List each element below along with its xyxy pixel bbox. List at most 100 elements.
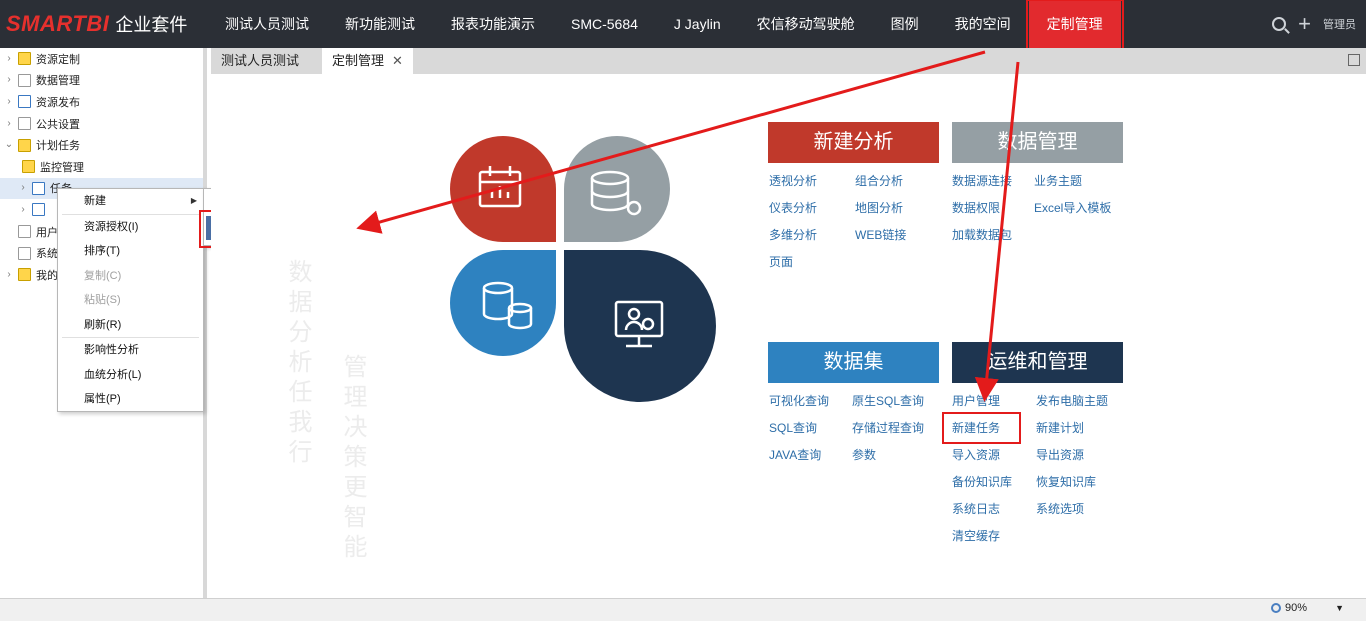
menu-new[interactable]: 新建 ▶: [58, 189, 203, 214]
tree-item-data-management[interactable]: › 数据管理: [0, 70, 203, 92]
link-map-analysis[interactable]: 地图分析: [855, 199, 903, 216]
link-publish-pc-theme[interactable]: 发布电脑主题: [1036, 392, 1108, 409]
tree-item-resource-custom[interactable]: › 资源定制: [0, 48, 203, 70]
tab-tester-test[interactable]: 测试人员测试: [211, 48, 309, 74]
maximize-icon[interactable]: [1348, 54, 1360, 66]
link-dashboard-analysis[interactable]: 仪表分析: [769, 199, 817, 216]
chevron-right-icon[interactable]: ›: [18, 204, 28, 215]
link-load-data-package[interactable]: 加载数据包: [952, 226, 1012, 243]
tree-item-resource-publish[interactable]: › 资源发布: [0, 91, 203, 113]
data-management-petal[interactable]: [564, 136, 670, 242]
tree-item-public-settings[interactable]: › 公共设置: [0, 113, 203, 135]
menu-label: 新建: [84, 195, 106, 207]
link-combined-analysis[interactable]: 组合分析: [855, 172, 903, 189]
link-system-options[interactable]: 系统选项: [1036, 500, 1084, 517]
tree-item-label: 资源发布: [36, 96, 80, 109]
link-stored-procedure-query[interactable]: 存储过程查询: [852, 419, 924, 436]
menu-sort[interactable]: 排序(T): [58, 239, 203, 264]
menu-paste[interactable]: 粘贴(S): [58, 288, 203, 313]
tab-label: 测试人员测试: [221, 53, 300, 68]
chevron-down-icon[interactable]: ⌄: [4, 140, 14, 150]
link-sql-query[interactable]: SQL查询: [769, 419, 817, 436]
menu-resource-auth[interactable]: 资源授权(I): [58, 215, 203, 240]
tree-item-scheduled-tasks[interactable]: ⌄ 计划任务: [0, 134, 203, 156]
nav-custom-management[interactable]: 定制管理: [1025, 0, 1124, 54]
tree-item-label: 计划任务: [36, 140, 80, 153]
nav-j-jaylin[interactable]: J Jaylin: [656, 0, 739, 48]
menu-lineage-analysis[interactable]: 血统分析(L): [58, 363, 203, 388]
link-excel-import-template[interactable]: Excel导入模板: [1034, 199, 1111, 216]
tree-item-label: 资源定制: [36, 53, 80, 66]
nav-legend[interactable]: 图例: [873, 0, 937, 48]
logo-brand: SMARTBI: [6, 11, 110, 36]
settings-icon: [18, 117, 31, 131]
link-visual-query[interactable]: 可视化查询: [769, 392, 829, 409]
top-bar: SMARTBI 企业套件 测试人员测试 新功能测试 报表功能演示 SMC-568…: [0, 0, 1366, 54]
publish-icon: [18, 95, 31, 109]
top-right-tools: + 管理员: [1272, 0, 1356, 48]
tab-custom-management[interactable]: 定制管理 ✕: [322, 48, 413, 74]
chevron-right-icon[interactable]: ›: [4, 75, 14, 85]
nav-smc-5684[interactable]: SMC-5684: [553, 0, 656, 48]
link-restore-repository[interactable]: 恢复知识库: [1036, 473, 1096, 490]
link-new-plan[interactable]: 新建计划: [1036, 419, 1084, 436]
tree-item-label: 监控管理: [40, 161, 84, 174]
card-header-new-analysis[interactable]: 新建分析: [768, 122, 939, 163]
analysis-petal[interactable]: [450, 136, 556, 242]
nav-report-demo[interactable]: 报表功能演示: [433, 0, 553, 48]
link-web-link[interactable]: WEB链接: [855, 226, 906, 243]
menu-copy[interactable]: 复制(C): [58, 264, 203, 289]
add-icon[interactable]: +: [1298, 13, 1311, 35]
tree-item-label: 公共设置: [36, 118, 80, 131]
clock-icon: [32, 181, 45, 195]
chevron-right-icon[interactable]: ›: [4, 53, 14, 64]
link-datasource-connection[interactable]: 数据源连接: [952, 172, 1012, 189]
status-bar: 90% ▼: [0, 598, 1366, 621]
user-name[interactable]: 管理员: [1323, 16, 1356, 32]
search-icon[interactable]: [1272, 17, 1287, 31]
link-multidim-analysis[interactable]: 多维分析: [769, 226, 817, 243]
folder-icon: [18, 52, 31, 66]
menu-impact-analysis[interactable]: 影响性分析: [58, 338, 203, 363]
link-import-resource[interactable]: 导入资源: [952, 446, 1000, 463]
calendar-icon: [18, 138, 31, 152]
zoom-control[interactable]: 90% ▼: [1271, 602, 1344, 614]
tree-item-monitor[interactable]: 监控管理: [0, 156, 203, 178]
link-user-management[interactable]: 用户管理: [952, 392, 1000, 409]
logo-suite: 企业套件: [115, 15, 188, 35]
link-clear-cache[interactable]: 清空缓存: [952, 527, 1000, 544]
link-system-log[interactable]: 系统日志: [952, 500, 1000, 517]
nav-mobile-cockpit[interactable]: 农信移动驾驶舱: [739, 0, 873, 48]
card-header-data-management[interactable]: 数据管理: [952, 122, 1123, 163]
link-pivot-analysis[interactable]: 透视分析: [769, 172, 817, 189]
menu-properties[interactable]: 属性(P): [58, 387, 203, 412]
users-icon: [18, 225, 31, 239]
chevron-right-icon[interactable]: ›: [4, 96, 14, 107]
link-export-resource[interactable]: 导出资源: [1036, 446, 1084, 463]
highlight-box-new-task: [942, 412, 1021, 444]
link-native-sql-query[interactable]: 原生SQL查询: [852, 392, 924, 409]
dropdown-arrow-icon[interactable]: ▼: [1335, 603, 1344, 613]
link-page[interactable]: 页面: [769, 253, 793, 270]
menu-refresh[interactable]: 刷新(R): [58, 313, 203, 338]
link-parameter[interactable]: 参数: [852, 446, 876, 463]
link-java-query[interactable]: JAVA查询: [769, 446, 821, 463]
tree-item-label: 我的: [36, 269, 58, 282]
card-header-dataset[interactable]: 数据集: [768, 342, 939, 383]
context-menu: 新建 ▶ 资源授权(I) 排序(T) 复制(C) 粘贴(S) 刷新(R) 影响性分…: [57, 188, 204, 412]
link-business-theme[interactable]: 业务主题: [1034, 172, 1082, 189]
tree-item-label: 系统: [36, 248, 58, 261]
dataset-petal[interactable]: [450, 250, 556, 356]
chevron-right-icon[interactable]: ›: [4, 118, 14, 129]
card-header-ops[interactable]: 运维和管理: [952, 342, 1123, 383]
nav-tester-test[interactable]: 测试人员测试: [207, 0, 327, 48]
chevron-right-icon[interactable]: ›: [18, 183, 28, 193]
nav-my-space[interactable]: 我的空间: [937, 0, 1029, 48]
link-backup-repository[interactable]: 备份知识库: [952, 473, 1012, 490]
link-data-permission[interactable]: 数据权限: [952, 199, 1000, 216]
chevron-right-icon[interactable]: ›: [4, 269, 14, 280]
close-icon[interactable]: ✕: [392, 53, 403, 68]
nav-new-feature-test[interactable]: 新功能测试: [327, 0, 433, 48]
